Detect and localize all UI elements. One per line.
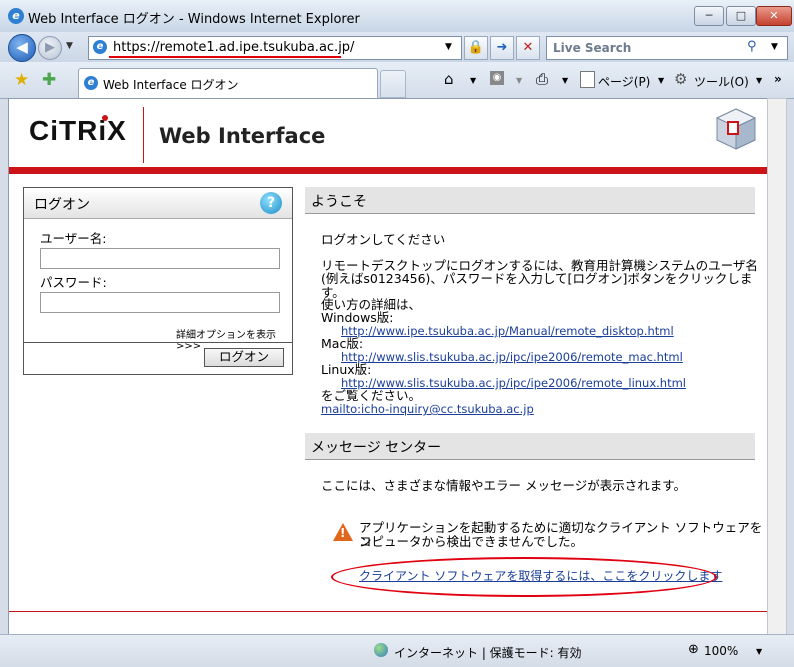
footer-red-line (9, 611, 768, 612)
message-center-title: メッセージ センター (311, 440, 442, 456)
ie-logo-icon: e (8, 8, 24, 24)
address-underline-annotation (109, 56, 341, 58)
search-icon[interactable]: ⚲ (747, 39, 757, 54)
zoom-level[interactable]: 100% (704, 644, 738, 658)
web-page: CiTRiX Web Interface ログオン ? ユーザー名: パスワード… (8, 98, 769, 636)
help-icon[interactable]: ? (260, 192, 282, 214)
add-favorites-icon[interactable]: ✚ (42, 70, 56, 90)
logo-text: CiTRiX (29, 115, 127, 146)
welcome-line3: (例えばs0123456)、パスワードを入力して[ログオン]ボタンをクリックしま… (321, 271, 753, 300)
login-button[interactable]: ログオン (204, 348, 284, 367)
windows-label: Windows版: (321, 310, 394, 325)
search-input[interactable]: Live Search ⚲ ▼ (546, 36, 788, 60)
windows-manual-link[interactable]: http://www.ipe.tsukuba.ac.jp/Manual/remo… (341, 324, 674, 338)
new-tab-button[interactable] (380, 70, 406, 98)
warning-line2: ンピュータから検出できませんでした。 (359, 534, 584, 549)
status-bar: インターネット | 保護モード: 有効 ⊕ 100% ▼ (0, 634, 794, 667)
closing-text: をご覧ください。 (321, 388, 422, 403)
zoom-icon[interactable]: ⊕ (688, 642, 699, 657)
maximize-button[interactable]: □ (726, 6, 756, 26)
login-divider (24, 342, 292, 343)
address-bar[interactable]: e https://remote1.ad.ipe.tsukuba.ac.jp/ … (88, 36, 462, 60)
go-icon[interactable]: ➜ (490, 36, 514, 60)
header-red-bar (9, 167, 768, 174)
login-panel-header: ログオン ? (24, 188, 292, 219)
address-url[interactable]: https://remote1.ad.ipe.tsukuba.ac.jp/ (113, 40, 354, 55)
forward-button[interactable]: ▶ (38, 36, 62, 60)
username-label: ユーザー名: (40, 231, 107, 246)
gear-icon[interactable]: ⚙ (674, 70, 687, 88)
login-title: ログオン (34, 197, 90, 213)
tab-web-interface[interactable]: e Web Interface ログオン (78, 68, 378, 99)
page-menu-dropdown-icon[interactable]: ▼ (658, 76, 664, 85)
address-dropdown-icon[interactable]: ▼ (445, 42, 452, 52)
security-zone[interactable]: インターネット | 保護モード: 有効 (394, 644, 582, 661)
search-dropdown-icon[interactable]: ▼ (771, 42, 778, 52)
home-icon[interactable]: ⌂ (444, 70, 454, 88)
welcome-title: ようこそ (311, 194, 367, 210)
page-menu-icon[interactable] (580, 71, 595, 88)
window-title: Web Interface ログオン - Windows Internet Ex… (28, 12, 360, 27)
print-icon[interactable]: ⎙ (536, 70, 548, 88)
tools-menu[interactable]: ツール(O) (694, 73, 749, 90)
message-center-header: メッセージ センター (305, 433, 755, 460)
page-icon: e (93, 40, 107, 54)
welcome-line1: ログオンしてください (321, 232, 446, 247)
mac-manual-link[interactable]: http://www.slis.tsukuba.ac.jp/ipc/ipe200… (341, 350, 683, 364)
minimize-button[interactable]: ─ (694, 6, 724, 26)
password-field[interactable] (40, 292, 280, 313)
login-panel: ログオン ? ユーザー名: パスワード: 詳細オプションを表示 >>> ログオン (23, 187, 293, 375)
red-ellipse-annotation (331, 557, 717, 597)
more-commands-icon[interactable]: » (774, 72, 782, 86)
tab-label: Web Interface ログオン (103, 78, 239, 92)
warning-exclamation: ! (340, 526, 346, 540)
search-placeholder: Live Search (553, 41, 632, 55)
header-divider (143, 107, 144, 163)
mac-label: Mac版: (321, 336, 364, 351)
history-dropdown-icon[interactable]: ▼ (66, 41, 73, 51)
navigation-bar: ◀ ▶ ▼ e https://remote1.ad.ipe.tsukuba.a… (0, 32, 794, 62)
citrix-cube-icon (715, 107, 757, 151)
vertical-scrollbar[interactable] (767, 98, 787, 636)
favorites-star-icon[interactable]: ★ (14, 70, 29, 90)
title-bar: e Web Interface ログオン - Windows Internet … (0, 0, 794, 33)
print-dropdown-icon[interactable]: ▼ (562, 76, 568, 85)
lock-icon[interactable]: 🔒 (464, 36, 488, 60)
tab-page-icon: e (84, 76, 98, 90)
mailto-link[interactable]: mailto:icho-inquiry@cc.tsukuba.ac.jp (321, 402, 534, 416)
welcome-header: ようこそ (305, 187, 755, 214)
feeds-icon[interactable]: ◉ (490, 71, 504, 85)
logo-red-dot (102, 115, 108, 121)
tools-menu-dropdown-icon[interactable]: ▼ (756, 76, 762, 85)
globe-icon (374, 643, 388, 657)
home-dropdown-icon[interactable]: ▼ (470, 76, 476, 85)
feeds-dropdown-icon[interactable]: ▼ (516, 76, 522, 85)
password-label: パスワード: (40, 275, 107, 290)
citrix-logo: CiTRiX (29, 115, 127, 147)
message-center-info: ここには、さまざまな情報やエラー メッセージが表示されます。 (321, 478, 686, 493)
stop-icon[interactable]: ✕ (516, 36, 540, 60)
zoom-dropdown-icon[interactable]: ▼ (756, 647, 762, 656)
username-field[interactable] (40, 248, 280, 269)
product-title: Web Interface (159, 124, 326, 148)
page-menu[interactable]: ページ(P) (598, 73, 650, 90)
back-button[interactable]: ◀ (8, 34, 36, 62)
tab-bar: ★ ✚ e Web Interface ログオン ⌂ ▼ ◉ ▼ ⎙ ▼ ページ… (0, 62, 794, 99)
close-button[interactable]: ✕ (756, 6, 792, 26)
linux-label: Linux版: (321, 362, 372, 377)
